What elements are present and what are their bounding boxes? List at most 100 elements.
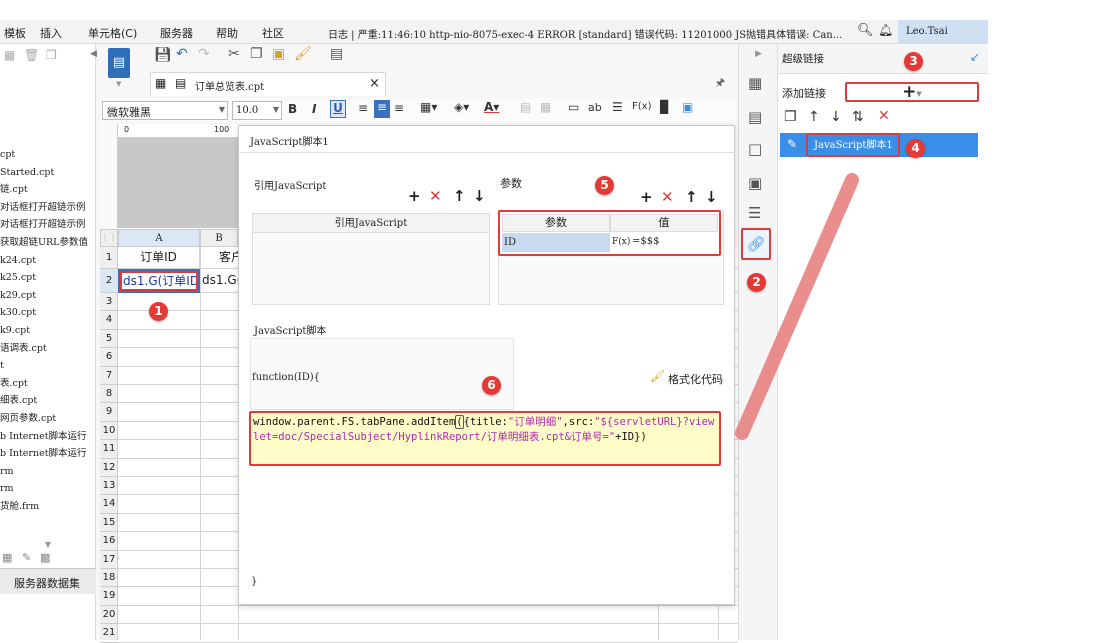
ref-up-icon[interactable]: ↑ <box>453 187 466 205</box>
menu-cell[interactable]: 单元格(C) <box>88 25 137 41</box>
split-cell-icon[interactable]: ▦ <box>540 100 551 114</box>
file-tree-item[interactable]: 细表.cpt <box>0 392 95 410</box>
font-color-icon[interactable]: A▾ <box>484 100 499 114</box>
merge-cell-icon[interactable]: ▤ <box>520 100 531 114</box>
align-left-icon[interactable]: ≡ <box>358 101 368 115</box>
row-header[interactable]: 10 <box>100 422 118 441</box>
param-down-icon[interactable]: ↓ <box>705 188 718 206</box>
file-tree-item[interactable]: cpt <box>0 146 95 164</box>
align-right-icon[interactable]: ≡ <box>394 101 404 115</box>
file-tree-item[interactable]: 对话框打开超链示例 <box>0 216 95 234</box>
file-tree-item[interactable]: k9.cpt <box>0 322 95 340</box>
row-header[interactable]: 19 <box>100 587 118 606</box>
row-header[interactable]: 3 <box>100 293 118 312</box>
collapse-panel-icon[interactable]: ↙ <box>970 50 980 64</box>
search-icon[interactable]: 🔍︎ <box>857 23 874 38</box>
designer-icon[interactable]: ▤ <box>108 48 130 78</box>
file-tree-item[interactable]: 网页参数.cpt <box>0 410 95 428</box>
undo-icon[interactable]: ↶ <box>176 46 188 62</box>
file-tree-item[interactable]: rm <box>0 480 95 498</box>
column-header-a[interactable]: A <box>118 229 200 247</box>
move-up-icon[interactable]: ↑ <box>808 109 820 125</box>
row-header[interactable]: 1 <box>100 247 118 269</box>
list-icon[interactable]: ☰ <box>612 100 623 114</box>
menu-community[interactable]: 社区 <box>262 25 284 41</box>
row-header[interactable]: 14 <box>100 495 118 514</box>
row-header[interactable]: 2 <box>100 269 118 293</box>
tree-icon[interactable]: ▦ <box>4 48 15 62</box>
sort-icon[interactable]: ⇅ <box>852 109 864 125</box>
param-up-icon[interactable]: ↑ <box>685 188 698 206</box>
bell-icon[interactable]: 🔔︎ <box>878 23 893 37</box>
expand-right-icon[interactable]: ▶ <box>755 49 762 59</box>
cell-a1[interactable]: 订单ID <box>118 247 200 269</box>
condition-attr-icon[interactable]: ▤ <box>748 108 762 126</box>
collapse-left-icon[interactable]: ◀ <box>90 49 97 59</box>
move-down-icon[interactable]: ↓ <box>830 109 842 125</box>
row-header[interactable]: 7 <box>100 367 118 385</box>
row-header[interactable]: 15 <box>100 514 118 533</box>
row-header[interactable]: 13 <box>100 477 118 496</box>
paste-icon[interactable]: ▣ <box>272 46 285 62</box>
file-tree-item[interactable]: k30.cpt <box>0 304 95 322</box>
chart-icon[interactable]: ▉ <box>660 100 669 114</box>
copy-link-icon[interactable]: ❐ <box>784 109 797 125</box>
dataset-edit-icon[interactable]: ✎ <box>22 551 31 564</box>
redo-icon[interactable]: ↷ <box>198 46 210 62</box>
add-link-button[interactable]: +▼ <box>845 82 979 102</box>
ref-delete-icon[interactable]: ✕ <box>429 187 442 205</box>
code-highlight[interactable]: window.parent.FS.tabPane.addItem({title:… <box>249 411 721 466</box>
file-tree-item[interactable]: 链.cpt <box>0 181 95 199</box>
row-header[interactable]: 9 <box>100 403 118 422</box>
editor-tab-close[interactable]: × <box>369 76 380 91</box>
param-row-value[interactable]: F(x) =$$$ <box>610 233 718 252</box>
copy-icon[interactable]: ❐ <box>46 48 57 62</box>
dataset-preview-icon[interactable]: ▩ <box>40 551 50 564</box>
row-header[interactable]: 6 <box>100 348 118 367</box>
file-tree-item[interactable]: 语调表.cpt <box>0 340 95 358</box>
menu-template[interactable]: 模板 <box>4 25 26 41</box>
file-tree-item[interactable]: k29.cpt <box>0 287 95 305</box>
italic-button[interactable]: I <box>312 102 316 116</box>
fill-color-icon[interactable]: ◈▾ <box>454 100 469 114</box>
align-center-icon[interactable]: ≡ <box>374 100 390 118</box>
file-tree-item[interactable]: k25.cpt <box>0 269 95 287</box>
dataset-add-icon[interactable]: ▦ <box>2 551 12 564</box>
file-tree-item[interactable]: 获取超链URL参数值 <box>0 234 95 252</box>
formula-icon[interactable]: F(x) <box>632 101 651 112</box>
formula-icon[interactable]: F(x) <box>612 233 630 251</box>
save-icon[interactable]: 💾︎ <box>154 47 172 63</box>
row-header[interactable]: 12 <box>100 459 118 477</box>
column-header-b[interactable]: B <box>200 229 238 247</box>
dropdown-icon[interactable]: ▼ <box>116 80 121 88</box>
row-header[interactable]: 20 <box>100 606 118 625</box>
underline-button[interactable]: U <box>330 100 346 118</box>
log-message[interactable]: 日志 | 严重:11:46:10 http-nio-8075-exec-4 ER… <box>328 26 853 41</box>
menu-server[interactable]: 服务器 <box>160 25 193 41</box>
row-header[interactable]: 17 <box>100 551 118 569</box>
format-code-button[interactable]: 🖌︎ 格式化代码 <box>650 369 724 387</box>
menu-insert[interactable]: 插入 <box>40 25 62 41</box>
ref-add-icon[interactable]: + <box>408 187 421 205</box>
image-icon[interactable]: ▣ <box>682 100 693 114</box>
file-tree-item[interactable]: 表.cpt <box>0 375 95 393</box>
cell-b2[interactable]: ds1.G(客 <box>200 269 238 293</box>
delete-icon[interactable]: 🗑︎ <box>24 48 39 62</box>
cell-b1[interactable]: 客户 <box>200 247 238 269</box>
row-header[interactable]: 16 <box>100 532 118 551</box>
widget-icon[interactable]: □ <box>748 140 762 158</box>
file-tree-item[interactable]: Started.cpt <box>0 164 95 182</box>
cut-icon[interactable]: ✂ <box>228 46 240 62</box>
file-tree-item[interactable]: b Internet脚本运行 <box>0 445 95 463</box>
copy-format-icon[interactable]: ❐ <box>250 46 263 62</box>
file-tree-item[interactable]: rm <box>0 463 95 481</box>
border-icon[interactable]: ▦▾ <box>420 100 437 114</box>
delete-link-icon[interactable]: ✕ <box>878 108 890 124</box>
font-size-select[interactable]: 10.0 ▼ <box>232 101 282 120</box>
file-tree-item[interactable]: 对话框打开超链示例 <box>0 199 95 217</box>
row-header[interactable]: 8 <box>100 385 118 404</box>
preview-icon[interactable]: ▤ <box>330 46 343 62</box>
text-ab-icon[interactable]: ab <box>588 101 602 114</box>
text-field-icon[interactable]: ▭ <box>568 100 579 114</box>
pin-icon[interactable]: 🖈︎ <box>715 74 725 93</box>
